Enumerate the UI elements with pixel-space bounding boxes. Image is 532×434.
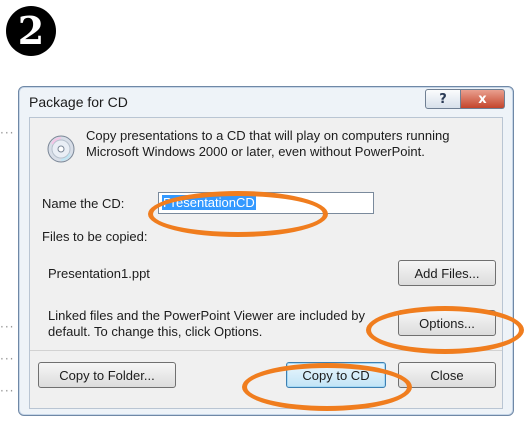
- cd-name-value: PresentationCD: [162, 195, 256, 210]
- close-button[interactable]: x: [461, 89, 505, 109]
- divider: [30, 350, 502, 351]
- file-list-item[interactable]: Presentation1.ppt: [48, 266, 150, 281]
- copy-to-folder-button[interactable]: Copy to Folder...: [38, 362, 176, 388]
- linked-files-text: Linked files and the PowerPoint Viewer a…: [48, 308, 366, 339]
- cd-icon: [46, 134, 76, 167]
- left-dots: ···: [0, 126, 15, 140]
- copy-to-cd-button[interactable]: Copy to CD: [286, 362, 386, 388]
- help-button[interactable]: ?: [425, 89, 461, 109]
- options-button[interactable]: Options...: [398, 310, 496, 336]
- files-label: Files to be copied:: [42, 229, 148, 244]
- cd-name-input[interactable]: PresentationCD: [158, 192, 374, 214]
- title-bar[interactable]: Package for CD ? x: [19, 87, 513, 115]
- dialog-title: Package for CD: [29, 94, 128, 110]
- package-for-cd-dialog: Package for CD ? x Copy presentations to…: [18, 86, 514, 416]
- dialog-body: Copy presentations to a CD that will pla…: [29, 117, 503, 409]
- add-files-button[interactable]: Add Files...: [398, 260, 496, 286]
- description-text: Copy presentations to a CD that will pla…: [86, 128, 450, 159]
- left-dots: ···: [0, 352, 15, 366]
- left-dots: ···: [0, 320, 15, 334]
- step-number-badge: 2: [6, 6, 56, 56]
- close-dialog-button[interactable]: Close: [398, 362, 496, 388]
- name-label: Name the CD:: [42, 196, 125, 211]
- left-dots: ···: [0, 384, 15, 398]
- caption-buttons: ? x: [425, 89, 505, 109]
